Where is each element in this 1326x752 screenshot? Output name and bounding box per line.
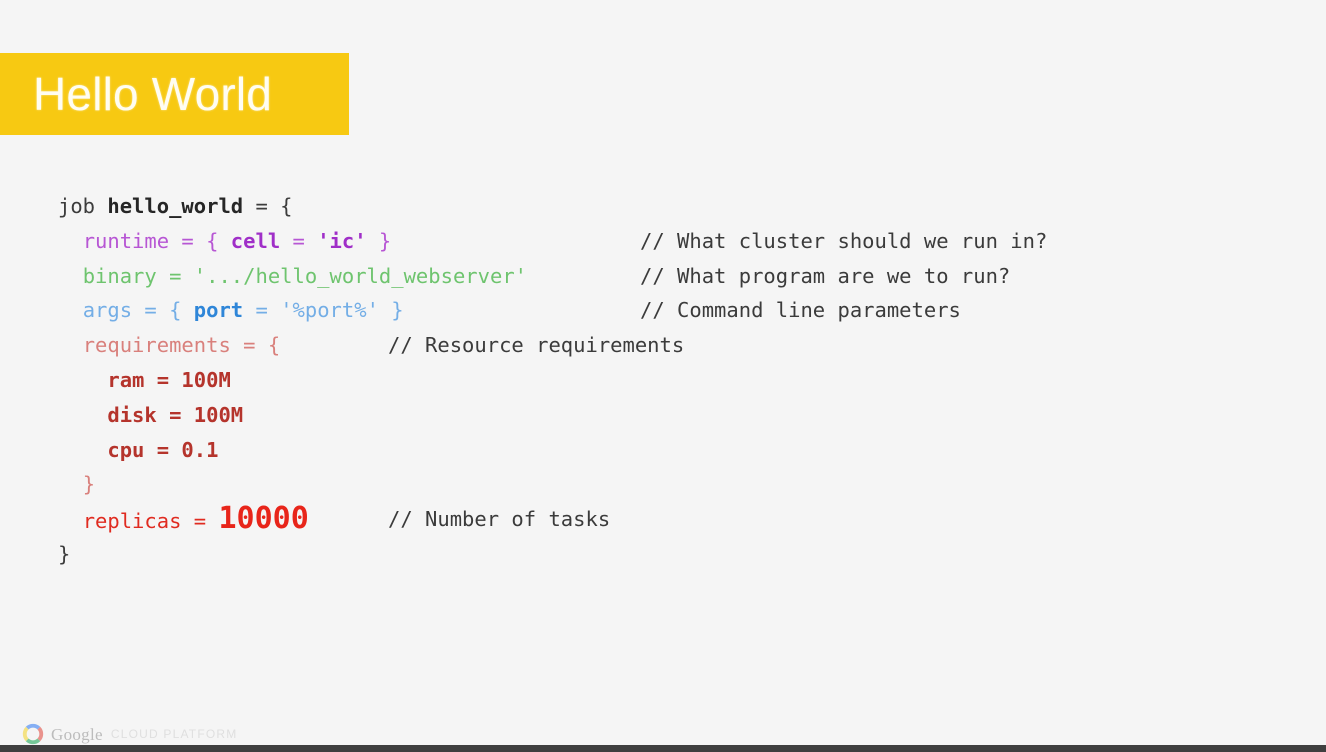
code-line-content: } xyxy=(58,542,70,566)
code-line-content: cpu = 0.1 xyxy=(58,438,218,462)
code-line: } xyxy=(58,537,527,572)
code-token: args = { xyxy=(82,298,194,323)
code-token: disk = 100M xyxy=(107,402,244,427)
code-comment: // What cluster should we run in? xyxy=(640,228,1048,253)
code-block: job hello_world = { runtime = { cell = '… xyxy=(58,189,1048,572)
code-line-content: runtime = { cell = 'ic' } xyxy=(58,228,392,253)
code-line-content: binary = '.../hello_world_webserver' xyxy=(58,264,527,288)
code-line: requirements = { // Resource requirements xyxy=(58,328,685,363)
code-token: hello_world xyxy=(107,194,244,218)
presentation-slide: Hello World job hello_world = { runtime … xyxy=(0,0,1326,752)
google-ring-icon xyxy=(22,723,44,745)
code-token: cell xyxy=(230,228,281,253)
code-line-content: requirements = { xyxy=(58,333,280,357)
code-line: args = { port = '%port%' } // Command lin… xyxy=(58,293,961,328)
code-line: job hello_world = { xyxy=(58,189,527,224)
google-wordmark: Google xyxy=(51,724,103,744)
code-token: = xyxy=(280,228,318,253)
code-line: replicas = 10000 // Number of tasks xyxy=(58,501,610,537)
code-line: binary = '.../hello_world_webserver' // W… xyxy=(58,259,1011,294)
code-token: 'ic' xyxy=(317,228,367,253)
code-line: disk = 100M xyxy=(58,398,527,433)
code-line-content: } xyxy=(58,472,95,496)
code-line-content: args = { port = '%port%' } xyxy=(58,298,404,322)
code-line-content: replicas = 10000 xyxy=(58,501,309,536)
page-title: Hello World xyxy=(33,68,273,120)
code-line: } xyxy=(58,467,527,502)
code-comment: // Resource requirements xyxy=(388,333,685,358)
code-comment: // Number of tasks xyxy=(388,507,611,532)
code-token: ram = 100M xyxy=(107,367,231,392)
code-token: } xyxy=(58,541,71,566)
code-token: port xyxy=(193,298,244,323)
code-token: '%port%' xyxy=(280,298,379,323)
slide-title-banner: Hello World xyxy=(0,53,349,135)
code-line: runtime = { cell = 'ic' } // What cluster… xyxy=(58,224,1048,259)
code-token: job xyxy=(58,194,108,218)
code-line-content: job hello_world = { xyxy=(58,194,293,218)
code-token: = { xyxy=(243,194,293,218)
code-line-content: disk = 100M xyxy=(58,403,243,427)
code-token: replicas = xyxy=(82,509,219,534)
google-color-bar xyxy=(1162,713,1283,718)
code-token: requirements = { xyxy=(82,333,281,358)
google-cloud-logo: Google CLOUD PLATFORM xyxy=(22,723,237,745)
code-comment: // Command line parameters xyxy=(640,298,961,323)
code-line: cpu = 0.1 xyxy=(58,433,527,468)
code-token: } xyxy=(366,228,392,253)
code-token: } xyxy=(82,472,96,497)
code-token: = xyxy=(243,298,281,323)
code-comment: // What program are we to run? xyxy=(640,263,1011,288)
player-bottom-bar xyxy=(0,745,1326,752)
code-token: 10000 xyxy=(218,501,309,537)
code-token: } xyxy=(378,298,404,323)
code-token: cpu = 0.1 xyxy=(107,437,219,462)
code-token: runtime = { xyxy=(82,228,231,253)
code-token: binary = '.../hello_world_webserver' xyxy=(82,263,528,288)
code-line-content: ram = 100M xyxy=(58,367,231,392)
code-line: ram = 100M xyxy=(58,363,527,398)
footer-subtext: CLOUD PLATFORM xyxy=(110,727,238,741)
